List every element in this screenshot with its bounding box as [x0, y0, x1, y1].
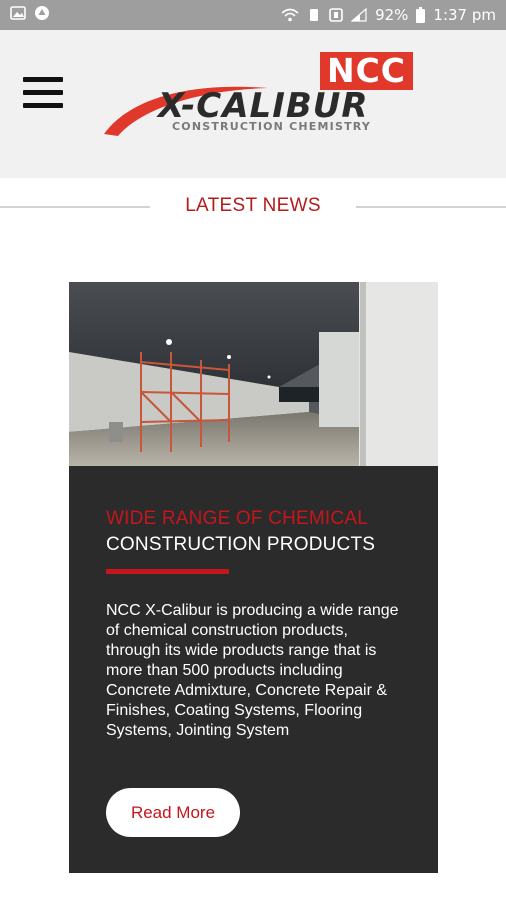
app-header: NCC X-CALIBUR CONSTRUCTION CHEMISTRY [0, 30, 506, 178]
news-body: NCC X-Calibur is producing a wide range … [106, 602, 399, 739]
news-card: WIDE RANGE OF CHEMICAL CONSTRUCTION PROD… [69, 282, 438, 873]
nfc-icon [329, 8, 343, 22]
hamburger-icon[interactable] [23, 77, 63, 108]
signal-icon [351, 8, 367, 22]
menu-bar-line [23, 90, 63, 95]
wifi-icon [281, 8, 299, 22]
menu-bar-line [23, 77, 63, 82]
status-left [10, 5, 50, 25]
section-heading: LATEST NEWS [0, 193, 506, 221]
logo-tagline: CONSTRUCTION CHEMISTRY [172, 120, 372, 133]
news-title-line2: CONSTRUCTION PRODUCTS [106, 534, 376, 555]
title-underline [106, 569, 229, 574]
drive-icon [34, 5, 50, 25]
news-title-line1: WIDE RANGE OF CHEMICAL [106, 508, 368, 529]
section-title: LATEST NEWS [185, 195, 321, 216]
construction-site-image [69, 282, 438, 466]
read-more-button[interactable]: Read More [106, 788, 240, 837]
divider-right [356, 206, 506, 208]
brand-logo[interactable]: NCC X-CALIBUR CONSTRUCTION CHEMISTRY [100, 50, 420, 140]
status-bar: 92% 1:37 pm [0, 0, 506, 30]
battery-percent: 92% [375, 6, 409, 24]
status-right: 92% 1:37 pm [281, 6, 496, 24]
logo-ncc-badge: NCC [320, 52, 413, 90]
divider-left [0, 206, 150, 208]
clock: 1:37 pm [433, 6, 496, 24]
battery-icon [416, 7, 426, 23]
vibrate-icon [307, 8, 321, 22]
image-icon [10, 6, 26, 24]
menu-bar-line [23, 103, 63, 108]
